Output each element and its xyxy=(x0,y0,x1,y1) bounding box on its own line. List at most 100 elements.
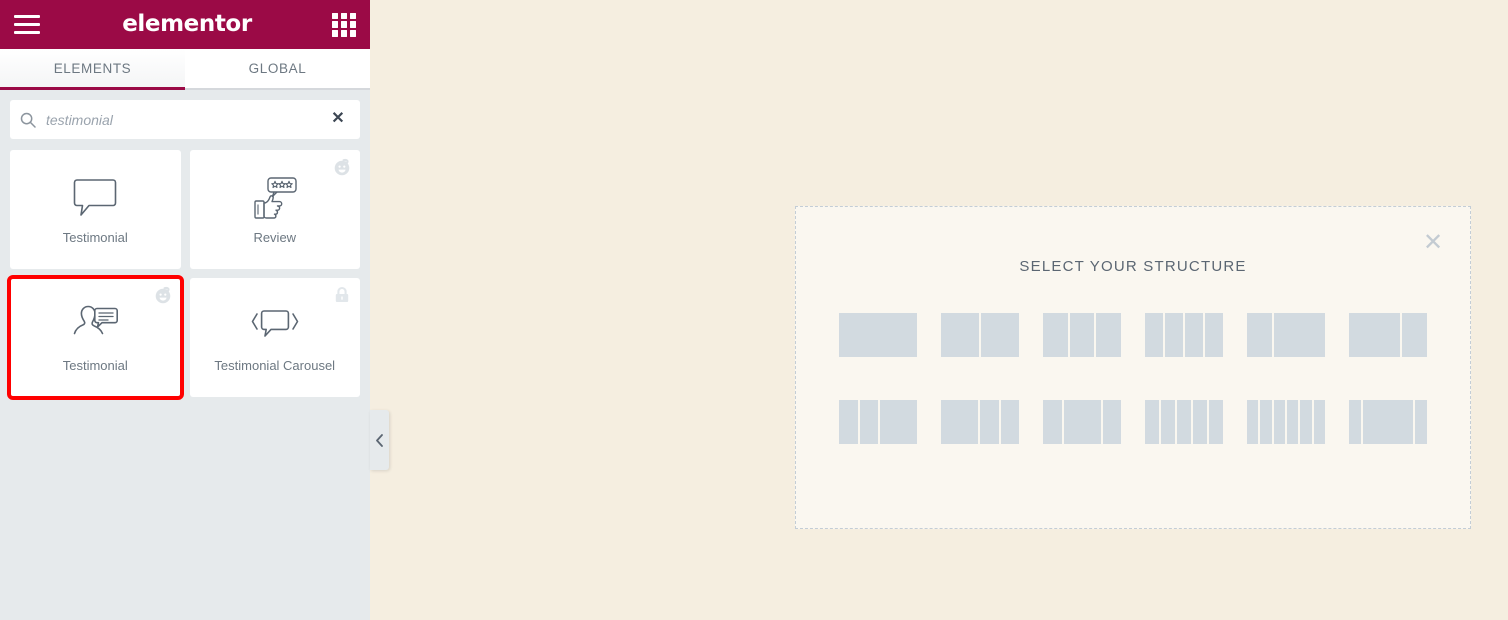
preset-column xyxy=(1205,313,1223,357)
preset-columns xyxy=(1043,313,1122,357)
tab-elements-label: ELEMENTS xyxy=(53,61,132,76)
preset-column xyxy=(1161,400,1175,444)
pro-icon xyxy=(333,158,351,176)
preset-column xyxy=(1000,400,1019,444)
search-input[interactable] xyxy=(46,111,330,128)
lock-icon xyxy=(333,286,351,304)
preset-column xyxy=(1401,313,1427,357)
preset-columns xyxy=(839,400,917,444)
preset-column xyxy=(1102,400,1121,444)
preset-columns xyxy=(1145,313,1223,357)
structure-preset-two-columns-equal[interactable] xyxy=(929,313,1031,357)
preset-column xyxy=(1313,400,1325,444)
widget-label: Testimonial Carousel xyxy=(214,357,336,373)
tab-global[interactable]: GLOBAL xyxy=(185,49,370,88)
preset-columns xyxy=(941,313,1019,357)
preset-column xyxy=(1043,400,1062,444)
preset-column xyxy=(839,313,917,357)
preset-columns xyxy=(941,400,1019,444)
structure-preset-three-columns-equal[interactable] xyxy=(1031,313,1133,357)
widget-grid: Testimonial Review Testimonial Testimoni… xyxy=(7,150,360,400)
preset-column xyxy=(1286,400,1299,444)
close-icon[interactable]: ✕ xyxy=(1422,231,1444,255)
structure-presets xyxy=(827,313,1439,444)
preset-column xyxy=(1209,400,1223,444)
widget-label: Review xyxy=(253,229,297,245)
preset-column xyxy=(1260,400,1272,444)
panel-header: elementor xyxy=(0,0,370,49)
preset-column xyxy=(1063,400,1101,444)
preset-columns xyxy=(1349,400,1427,444)
preset-column xyxy=(839,400,858,444)
preset-columns xyxy=(1247,313,1325,357)
preset-column xyxy=(1349,313,1400,357)
widget-label: Testimonial xyxy=(62,229,128,245)
preset-columns xyxy=(1349,313,1427,357)
person-speech-bubble-icon xyxy=(71,302,119,350)
preset-column xyxy=(1096,313,1122,357)
structure-preset-narrow-wide-narrow[interactable] xyxy=(1031,400,1133,444)
elementor-editor: elementor ELEMENTS GLOBAL testimonial ✕ … xyxy=(0,0,1508,620)
preset-column xyxy=(941,400,978,444)
clear-search-icon[interactable]: ✕ xyxy=(330,110,346,128)
carousel-speech-bubble-icon xyxy=(249,302,301,350)
widget-card-testimonial-carousel[interactable]: Testimonial Carousel xyxy=(189,278,360,397)
preset-column xyxy=(1185,313,1203,357)
preset-column xyxy=(980,400,999,444)
structure-preset-five-columns-equal[interactable] xyxy=(1133,400,1235,444)
search-icon xyxy=(20,112,36,128)
widget-label: Testimonial xyxy=(62,357,128,373)
page-title: SELECT YOUR STRUCTURE xyxy=(1019,258,1247,275)
structure-preset-narrow-narrow-wide[interactable] xyxy=(827,400,929,444)
preset-column xyxy=(1300,400,1312,444)
preset-columns xyxy=(1043,400,1121,444)
preset-column xyxy=(981,313,1019,357)
structure-preset-one-column[interactable] xyxy=(827,313,929,357)
preset-column xyxy=(1247,313,1273,357)
widget-card-testimonial-pro[interactable]: Testimonial xyxy=(7,275,184,400)
structure-preset-wide-narrow-narrow[interactable] xyxy=(929,400,1031,444)
structure-preset-thin-wide-thin[interactable] xyxy=(1337,400,1439,444)
structure-preset-left-narrow-right-wide[interactable] xyxy=(1235,313,1337,357)
panel-tabs: ELEMENTS GLOBAL xyxy=(0,49,370,90)
elementor-panel: elementor ELEMENTS GLOBAL testimonial ✕ … xyxy=(0,0,370,620)
preset-columns xyxy=(1145,400,1223,444)
preset-column xyxy=(941,313,979,357)
preset-column xyxy=(1363,400,1413,444)
widget-search-bar[interactable]: ✕ xyxy=(10,100,360,139)
preset-column xyxy=(1069,313,1095,357)
pro-icon xyxy=(154,286,172,304)
preset-column xyxy=(1145,313,1163,357)
preset-column xyxy=(1043,313,1068,357)
chevron-left-icon xyxy=(375,433,384,447)
preset-column xyxy=(1145,400,1159,444)
preset-column xyxy=(859,400,878,444)
thumbs-up-stars-icon xyxy=(252,174,298,222)
apps-grid-icon[interactable] xyxy=(332,12,356,37)
preset-column xyxy=(1165,313,1183,357)
preset-column xyxy=(1273,400,1285,444)
hamburger-menu-icon[interactable] xyxy=(14,12,48,38)
widget-card-testimonial[interactable]: Testimonial xyxy=(10,150,181,269)
tab-elements[interactable]: ELEMENTS xyxy=(0,49,185,90)
preset-column xyxy=(1349,400,1362,444)
preset-column xyxy=(1274,313,1325,357)
preset-column xyxy=(1177,400,1191,444)
preset-column xyxy=(1247,400,1259,444)
structure-preset-six-columns-equal[interactable] xyxy=(1235,400,1337,444)
structure-preset-left-wide-right-narrow[interactable] xyxy=(1337,313,1439,357)
elementor-logo: elementor xyxy=(122,11,252,37)
preset-column xyxy=(880,400,917,444)
speech-bubble-icon xyxy=(73,174,117,222)
preset-column xyxy=(1414,400,1427,444)
editor-canvas: ✕ SELECT YOUR STRUCTURE xyxy=(370,0,1508,620)
preset-columns xyxy=(1247,400,1325,444)
structure-preset-four-columns-equal[interactable] xyxy=(1133,313,1235,357)
preset-column xyxy=(1193,400,1207,444)
panel-collapse-handle[interactable] xyxy=(370,410,389,470)
widget-card-review[interactable]: Review xyxy=(189,150,360,269)
tab-global-label: GLOBAL xyxy=(248,61,307,76)
panel-body: ✕ Testimonial xyxy=(0,90,370,620)
select-structure-panel: ✕ SELECT YOUR STRUCTURE xyxy=(795,206,1471,529)
preset-columns xyxy=(839,313,917,357)
